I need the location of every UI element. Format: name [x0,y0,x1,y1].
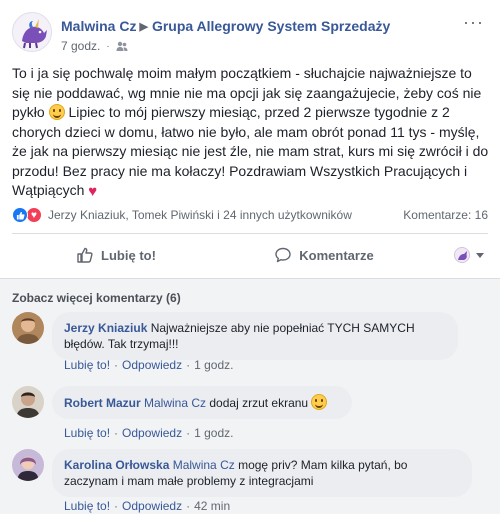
comment-actions: Lubię to! · Odpowiedz · 1 godz. [64,358,233,372]
comment-reply-link[interactable]: Odpowiedz [122,426,182,440]
comment-timestamp[interactable]: 42 min [194,499,230,513]
heart-emoji-icon: ♥ [88,183,98,200]
post-options-icon[interactable]: ··· [463,13,484,31]
chevron-down-icon [476,252,484,258]
tagged-user-link[interactable]: Malwina Cz [144,396,206,410]
love-reaction-icon: ♥ [26,207,42,223]
comments-section: Zobacz więcej komentarzy (6) Jerzy Kniaz… [0,278,500,514]
divider [12,233,488,234]
comment-item: Karolina Orłowska Malwina Cz mogę priv? … [12,449,488,514]
comment-reply-link[interactable]: Odpowiedz [122,358,182,372]
dot-separator: · [186,358,191,372]
comment-bubble: Karolina Orłowska Malwina Cz mogę priv? … [52,449,472,497]
smile-emoji-icon [311,394,328,410]
comment-bubble: Robert Mazur Malwina Cz dodaj zrzut ekra… [52,386,352,419]
comment-item: Jerzy Kniaziuk Najważniejsze aby nie pop… [12,312,488,376]
dot-separator: · [186,499,191,513]
like-button-label: Lubię to! [101,247,156,263]
comment-actions: Lubię to! · Odpowiedz · 1 godz. [64,426,233,440]
comment-actions: Lubię to! · Odpowiedz · 42 min [64,499,230,513]
thumbs-up-icon [77,247,93,263]
like-button[interactable]: Lubię to! [12,240,220,270]
tagged-user-link[interactable]: Malwina Cz [173,458,235,472]
post-body: To i ja się pochwalę moim małym początki… [12,64,490,201]
post-author-line: Malwina Cz ▶ Grupa Allegrowy System Sprzed… [61,18,390,34]
post-text-part2: Lipiec to mój pierwszy miesiąc, przed 2 … [12,104,489,198]
comment-button[interactable]: Komentarze [220,240,428,270]
comment-item: Robert Mazur Malwina Cz dodaj zrzut ekra… [12,386,488,442]
react-as-selector[interactable] [428,247,488,263]
post-meta: 7 godz. · [61,39,128,53]
commenter-avatar[interactable] [12,449,44,481]
dot-separator: · [114,499,119,513]
like-reaction-icon [12,207,28,223]
commenter-name[interactable]: Robert Mazur [64,396,141,410]
view-more-comments-link[interactable]: Zobacz więcej komentarzy (6) [12,291,181,305]
dot-separator: · [106,40,110,52]
comment-timestamp[interactable]: 1 godz. [194,358,233,372]
group-privacy-icon[interactable] [116,40,128,52]
comment-text: dodaj zrzut ekranu [209,396,309,410]
reactors-list[interactable]: Jerzy Kniaziuk, Tomek Piwiński i 24 inny… [48,208,403,222]
comment-timestamp[interactable]: 1 godz. [194,426,233,440]
comments-count[interactable]: Komentarze: 16 [403,208,488,222]
post-actions: Lubię to! Komentarze [12,240,488,270]
dot-separator: · [186,426,191,440]
comment-like-link[interactable]: Lubię to! [64,426,110,440]
comment-bubble: Jerzy Kniaziuk Najważniejsze aby nie pop… [52,312,458,360]
comment-reply-link[interactable]: Odpowiedz [122,499,182,513]
mini-avatar [454,247,470,263]
reaction-icons[interactable]: ♥ [12,207,42,223]
post-timestamp[interactable]: 7 godz. [61,39,100,53]
reactions-summary: ♥ Jerzy Kniaziuk, Tomek Piwiński i 24 in… [12,204,488,226]
dot-separator: · [114,426,119,440]
commenter-avatar[interactable] [12,312,44,344]
dot-separator: · [114,358,119,372]
comment-button-label: Komentarze [299,247,374,263]
comment-like-link[interactable]: Lubię to! [64,499,110,513]
smile-emoji-icon [48,104,65,120]
post-author-link[interactable]: Malwina Cz [61,18,136,34]
commenter-name[interactable]: Jerzy Kniaziuk [64,321,147,335]
post-header: Malwina Cz ▶ Grupa Allegrowy System Sprzed… [12,12,488,56]
speech-bubble-icon [275,247,291,263]
comment-like-link[interactable]: Lubię to! [64,358,110,372]
group-link[interactable]: Grupa Allegrowy System Sprzedaży [152,18,390,34]
author-avatar[interactable] [12,12,52,52]
arrow-right-icon: ▶ [139,21,148,33]
commenter-name[interactable]: Karolina Orłowska [64,458,169,472]
commenter-avatar[interactable] [12,386,44,418]
